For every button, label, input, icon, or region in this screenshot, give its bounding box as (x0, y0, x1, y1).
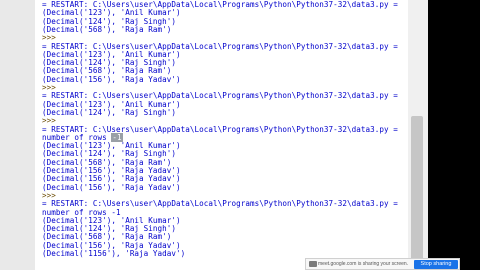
output-line: (Decimal('1156'), 'Raja Yadav') (42, 250, 185, 258)
vertical-scrollbar[interactable] (410, 4, 424, 266)
screen-share-icon (309, 261, 317, 267)
output-line: (Decimal('124'), 'Raj Singh') (42, 107, 177, 117)
screen-sharing-bar: meet.google.com is sharing your screen. … (305, 258, 460, 270)
line-text: (Decimal('568'), 'Raja Ram') (42, 24, 172, 34)
sharing-message: meet.google.com is sharing your screen. (318, 261, 409, 267)
output-line: (Decimal('156'), 'Raja Yadav') (42, 182, 181, 192)
line-text: (Decimal('156'), 'Raja Yadav') (42, 74, 181, 84)
line-text: (Decimal('124'), 'Raj Singh') (42, 107, 177, 117)
output-line: (Decimal('156'), 'Raja Yadav') (42, 74, 181, 84)
desktop-background (428, 0, 480, 270)
line-text: (Decimal('156'), 'Raja Yadav') (42, 182, 181, 192)
python-shell-output[interactable]: = RESTART: C:\Users\user\AppData\Local\P… (38, 0, 406, 270)
scrollbar-thumb[interactable] (411, 116, 423, 266)
line-text: (Decimal('1156'), 'Raja Yadav') (42, 249, 186, 258)
left-panel (0, 0, 35, 270)
stop-sharing-button[interactable]: Stop sharing (414, 260, 458, 269)
output-line: (Decimal('568'), 'Raja Ram') (42, 24, 172, 34)
